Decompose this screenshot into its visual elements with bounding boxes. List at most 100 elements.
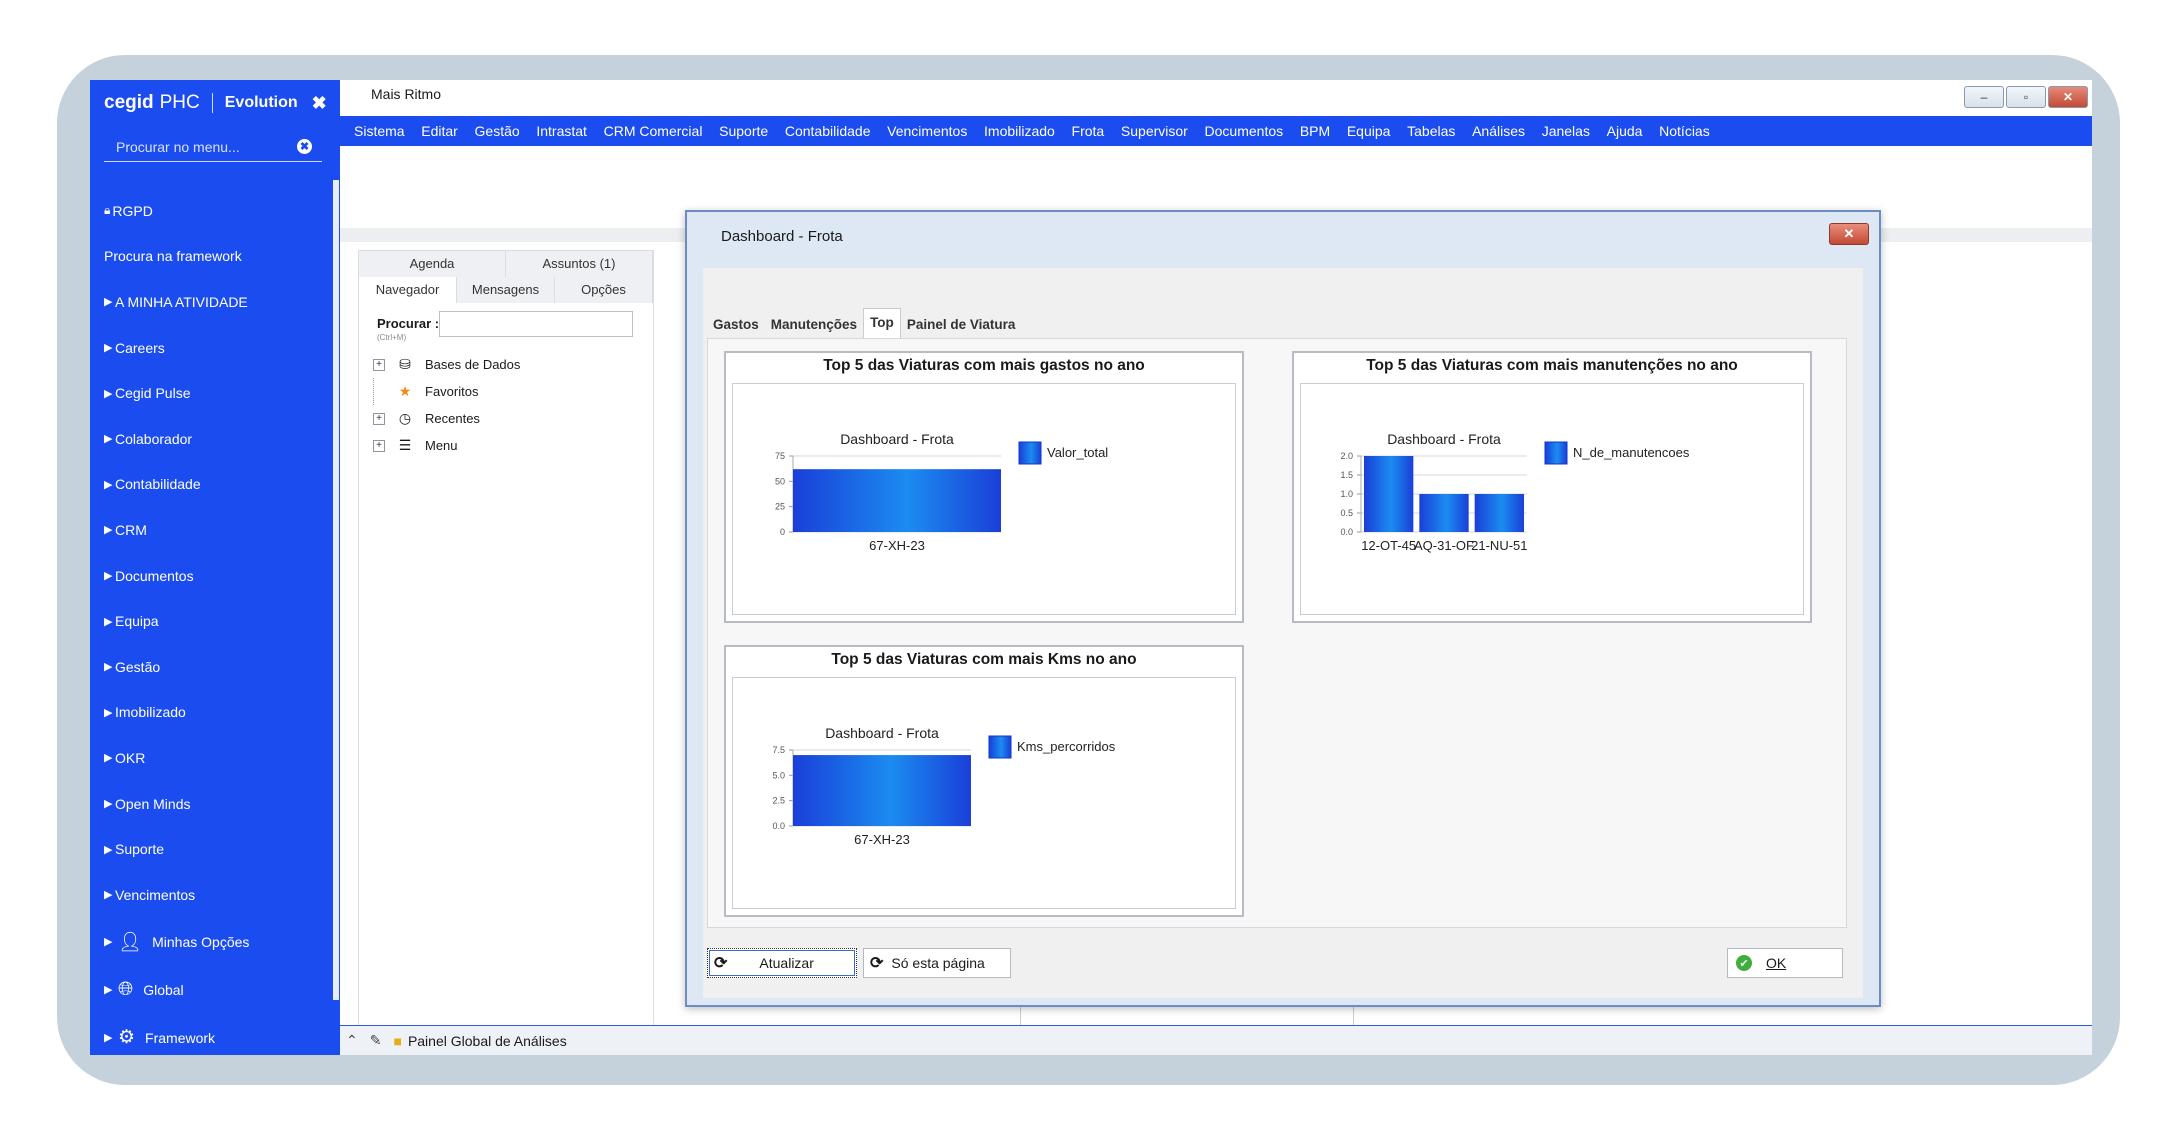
caret-right-icon: ▶ bbox=[104, 570, 113, 583]
menu-contabilidade[interactable]: Contabilidade bbox=[785, 123, 871, 139]
sidebar-item-framework[interactable]: ▶ ⚙︎ Framework bbox=[104, 1014, 329, 1056]
menu-imobilizado[interactable]: Imobilizado bbox=[984, 123, 1055, 139]
menu-sistema[interactable]: Sistema bbox=[354, 123, 405, 139]
y-tick-label: 50 bbox=[775, 476, 785, 486]
sidebar-item-cegid-pulse[interactable]: ▶ Cegid Pulse bbox=[104, 370, 329, 416]
menu-icon: ☰ bbox=[398, 437, 412, 453]
menu-intrastat[interactable]: Intrastat bbox=[536, 123, 587, 139]
sidebar-item-label: Gestão bbox=[115, 658, 161, 675]
refresh-button[interactable]: ⟳ Atualizar bbox=[707, 948, 857, 978]
expand-icon[interactable]: + bbox=[373, 439, 385, 452]
expand-icon[interactable]: + bbox=[373, 412, 385, 425]
ok-button-label: OK bbox=[1766, 955, 1787, 971]
gears-icon: ⚙︎ bbox=[118, 1027, 136, 1048]
maximize-button[interactable]: ▫ bbox=[2006, 86, 2046, 108]
menu-gestao[interactable]: Gestão bbox=[475, 123, 520, 139]
tab-navegador[interactable]: Navegador bbox=[359, 277, 457, 303]
star-icon: ★ bbox=[398, 383, 412, 399]
menu-analises[interactable]: Análises bbox=[1472, 123, 1525, 139]
status-bar-label[interactable]: Painel Global de Análises bbox=[408, 1033, 567, 1049]
check-icon: ✔ bbox=[1736, 955, 1752, 971]
tab-content-top: Top 5 das Viaturas com mais gastos no an… bbox=[707, 338, 1847, 928]
sidebar-item-colaborador[interactable]: ▶ Colaborador bbox=[104, 416, 329, 462]
y-tick-label: 0.0 bbox=[1340, 527, 1353, 537]
caret-right-icon: ▶ bbox=[104, 478, 113, 491]
sidebar-item-crm[interactable]: ▶ CRM bbox=[104, 507, 329, 553]
tree-item-favoritos[interactable]: ★ Favoritos bbox=[373, 378, 520, 405]
tab-mensagens[interactable]: Mensagens bbox=[457, 277, 555, 303]
menu-documentos[interactable]: Documentos bbox=[1205, 123, 1284, 139]
sidebar-item-label: Contabilidade bbox=[115, 476, 201, 493]
ok-button[interactable]: ✔ OK bbox=[1727, 948, 1843, 978]
minimize-button[interactable]: – bbox=[1964, 86, 2004, 108]
tab-top[interactable]: Top bbox=[863, 308, 901, 338]
menu-bpm[interactable]: BPM bbox=[1300, 123, 1330, 139]
menu-suporte[interactable]: Suporte bbox=[719, 123, 768, 139]
tab-manutencoes[interactable]: Manutenções bbox=[765, 312, 863, 338]
sidebar-item-imobilizado[interactable]: ▶ Imobilizado bbox=[104, 690, 329, 736]
x-category-label: 67-XH-23 bbox=[854, 832, 910, 847]
chart-panel-manutencoes: Top 5 das Viaturas com mais manutenções … bbox=[1292, 351, 1812, 623]
sidebar-item-label: Suporte bbox=[115, 841, 165, 858]
tree-item-bases-de-dados[interactable]: + ⛁ Bases de Dados bbox=[373, 351, 520, 378]
tab-opcoes[interactable]: Opções bbox=[555, 277, 653, 303]
menu-equipa[interactable]: Equipa bbox=[1347, 123, 1391, 139]
chevron-up-icon[interactable]: ⌃ bbox=[346, 1032, 358, 1049]
sidebar-item-open-minds[interactable]: ▶ Open Minds bbox=[104, 781, 329, 827]
legend-label: Valor_total bbox=[1047, 445, 1108, 460]
sidebar-item-label: Open Minds bbox=[115, 795, 191, 812]
menu-janelas[interactable]: Janelas bbox=[1542, 123, 1590, 139]
clear-search-icon[interactable]: ✖ bbox=[297, 139, 312, 154]
expand-icon[interactable]: + bbox=[373, 358, 385, 371]
sidebar-item-equipa[interactable]: ▶ Equipa bbox=[104, 598, 329, 644]
menu-supervisor[interactable]: Supervisor bbox=[1121, 123, 1188, 139]
globe-icon: 🌐︎ bbox=[118, 978, 134, 1000]
close-window-button[interactable]: ✕ bbox=[2048, 86, 2088, 108]
legend-swatch bbox=[1018, 441, 1042, 465]
navigator-search-input[interactable] bbox=[439, 311, 633, 337]
tree-item-recentes[interactable]: + ◷ Recentes bbox=[373, 405, 520, 432]
menu-crm-comercial[interactable]: CRM Comercial bbox=[604, 123, 703, 139]
caret-right-icon: ▶ bbox=[104, 661, 113, 674]
chart-area: Dashboard - Frota 75 50 25 0 67-XH-23 Valor_to… bbox=[732, 383, 1236, 615]
sidebar-item-documentos[interactable]: ▶ Documentos bbox=[104, 553, 329, 599]
tab-painel-viatura[interactable]: Painel de Viatura bbox=[901, 312, 1022, 338]
sidebar-item-gestao[interactable]: ▶ Gestão bbox=[104, 644, 329, 690]
menu-frota[interactable]: Frota bbox=[1072, 123, 1105, 139]
sidebar-item-okr[interactable]: ▶ OKR bbox=[104, 735, 329, 781]
menu-ajuda[interactable]: Ajuda bbox=[1607, 123, 1643, 139]
sidebar-item-rgpd[interactable]: 🔒︎ RGPD bbox=[104, 188, 329, 234]
y-tick-label: 1.0 bbox=[1340, 489, 1353, 499]
window-title: Mais Ritmo bbox=[371, 86, 442, 102]
close-menu-icon[interactable]: ✖ bbox=[312, 93, 327, 114]
sidebar-item-suporte[interactable]: ▶ Suporte bbox=[104, 826, 329, 872]
sidebar-item-vencimentos[interactable]: ▶ Vencimentos bbox=[104, 872, 329, 918]
sidebar-scrollbar[interactable] bbox=[333, 180, 339, 1000]
status-bar: ⌃ ✎ ■ Painel Global de Análises bbox=[340, 1025, 2092, 1055]
tab-gastos[interactable]: Gastos bbox=[707, 312, 765, 338]
sidebar-menu: 🔒︎ RGPD Procura na framework ▶ A MINHA ATI… bbox=[104, 188, 329, 1055]
sidebar-item-label: Colaborador bbox=[115, 430, 193, 447]
tree-item-menu[interactable]: + ☰ Menu bbox=[373, 432, 520, 459]
sidebar-item-minha-atividade[interactable]: ▶ A MINHA ATIVIDADE bbox=[104, 279, 329, 325]
menu-noticias[interactable]: Notícias bbox=[1659, 123, 1710, 139]
menu-vencimentos[interactable]: Vencimentos bbox=[887, 123, 967, 139]
y-tick-label: 25 bbox=[775, 502, 785, 512]
caret-right-icon: ▶ bbox=[104, 984, 113, 996]
y-tick-label: 0 bbox=[780, 527, 785, 537]
edit-icon[interactable]: ✎ bbox=[370, 1032, 382, 1049]
dialog-close-button[interactable]: ✕ bbox=[1829, 223, 1869, 245]
menu-search-input[interactable] bbox=[104, 138, 297, 155]
menu-tabelas[interactable]: Tabelas bbox=[1407, 123, 1455, 139]
sidebar-item-minhas-opcoes[interactable]: ▶ 👤︎ Minhas Opções bbox=[104, 918, 329, 966]
this-page-button[interactable]: ⟳ Só esta página bbox=[863, 948, 1011, 978]
tab-assuntos[interactable]: Assuntos (1) bbox=[506, 251, 653, 277]
sidebar-item-contabilidade[interactable]: ▶ Contabilidade bbox=[104, 462, 329, 508]
tab-agenda[interactable]: Agenda bbox=[359, 251, 506, 277]
menu-editar[interactable]: Editar bbox=[421, 123, 458, 139]
navigator-search-label: Procurar : bbox=[377, 316, 440, 331]
sidebar-item-careers[interactable]: ▶ Careers bbox=[104, 325, 329, 371]
sidebar-item-global[interactable]: ▶ 🌐︎ Global bbox=[104, 966, 329, 1014]
sidebar-item-procura-framework[interactable]: Procura na framework bbox=[104, 234, 329, 280]
chart-area: Dashboard - Frota 2.0 1.5 1.0 0.5 0.0 12-OT-45… bbox=[1300, 383, 1804, 615]
